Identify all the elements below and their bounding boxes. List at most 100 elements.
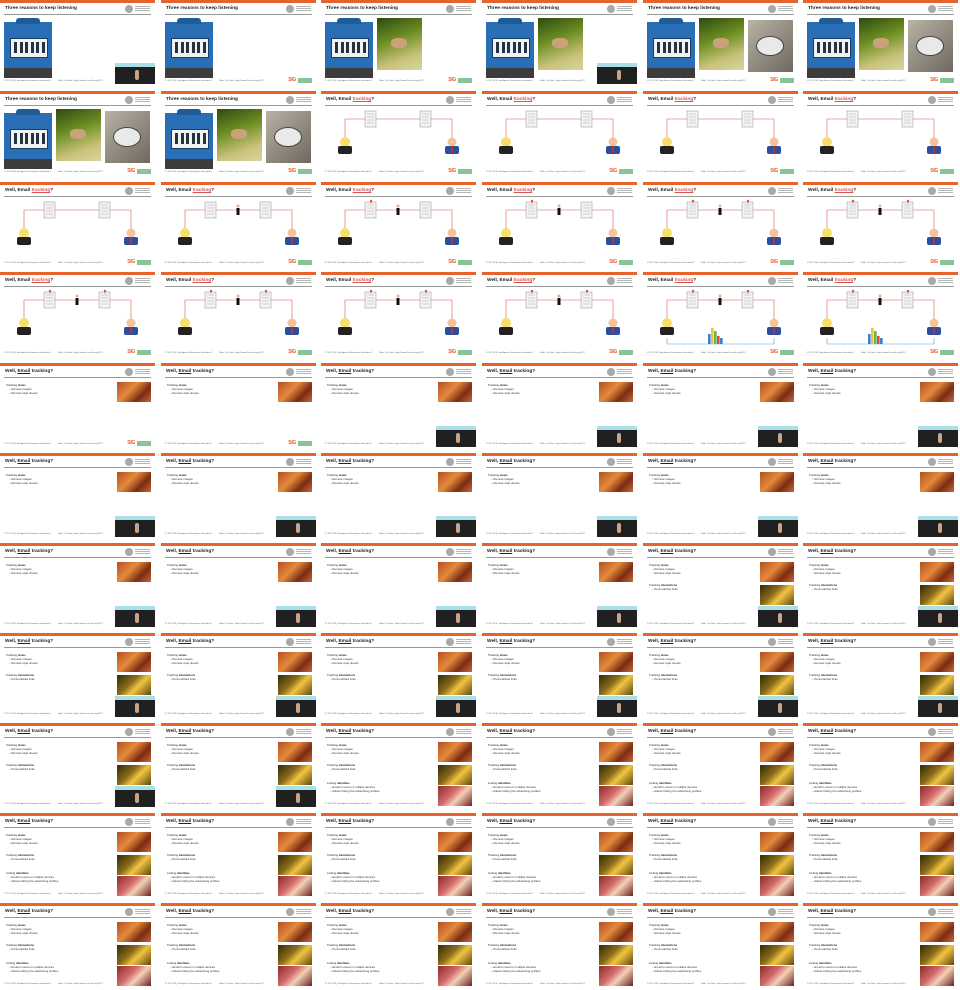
slide-thumbnail[interactable]: Well, Email tracking? 17.01.2019 | Intell… xyxy=(643,633,798,717)
slide-thumbnail[interactable]: Well, Email tracking? 17.01.2019 | Intell… xyxy=(803,363,958,447)
title-divider xyxy=(807,647,954,648)
slide-thumbnail[interactable]: Well, Email tracking? 17.01.2019 | Intell… xyxy=(803,813,958,897)
remote-images-photo xyxy=(920,382,954,402)
slide-thumbnail[interactable]: Well, Email tracking? 17.01.2019 | Intell… xyxy=(321,363,476,447)
remote-images-photo xyxy=(760,832,794,852)
speaker-video xyxy=(436,426,476,447)
bullet-item: – Remote style sheets xyxy=(652,481,681,486)
slide-thumbnail[interactable]: Well, Email tracking? 17.01.2019 | Intell… xyxy=(643,363,798,447)
remote-images-photo xyxy=(438,472,472,492)
bullet-item: – Remote style sheets xyxy=(9,661,38,666)
slot-bar xyxy=(357,42,360,53)
slide-thumbnail[interactable]: Well, Email tracking? 17.01.2019 | Intell… xyxy=(0,363,155,447)
slide-thumbnail[interactable]: Three reasons to keep listening 17.01.201… xyxy=(0,0,155,84)
title-email: Email xyxy=(178,819,192,824)
slide-thumbnail[interactable]: Well, Email tracking? 17.01.2019 | Intell… xyxy=(482,903,637,987)
slide-thumbnail[interactable]: Well, Email tracking? 17.01.2019 | Intell… xyxy=(321,903,476,987)
speaker-figure xyxy=(135,703,139,713)
server-icon xyxy=(580,201,593,219)
slide-thumbnail[interactable]: Well, Email tracking? 17.01.2019 | Intell… xyxy=(482,813,637,897)
sponsor-logo xyxy=(458,78,472,83)
slide-thumbnail[interactable]: Well, Email tracking? 17.01.2019 | Intell… xyxy=(803,633,958,717)
slide-thumbnail[interactable]: Well, Email tracking? 17.01.2019 | Intell… xyxy=(482,453,637,537)
slide-thumbnail[interactable]: Well, Email tracking? 17.01.2019 | Intell… xyxy=(803,453,958,537)
personalized-links-photo xyxy=(117,945,151,965)
sponsor-logo xyxy=(298,78,312,83)
slide-thumbnail[interactable]: Well, Email tracking? 17.01.2019 | Intell… xyxy=(482,633,637,717)
slide-thumbnail[interactable]: Well, Email tracking? 17.01.2019 | Intell… xyxy=(482,723,637,807)
slide-thumbnail[interactable]: Well, Email tracking? 17.01.2019 | Intell… xyxy=(643,723,798,807)
jumping-dog-photo xyxy=(538,18,583,70)
sender-body xyxy=(178,237,192,245)
speaker-figure xyxy=(296,523,300,533)
slide-thumbnail[interactable]: Well, Email tracking? 17.01.2019 | Intell… xyxy=(482,272,637,356)
slide-thumbnail[interactable]: Three reasons to keep listening 17.01.201… xyxy=(161,91,316,175)
tracking-diagram xyxy=(17,201,138,245)
slide-thumbnail[interactable]: Well, Email tracking? 17.01.2019 | Intell… xyxy=(0,182,155,266)
remote-images-photo xyxy=(117,742,151,762)
slide-thumbnail[interactable]: Well, Email tracking? 17.01.2019 | Intell… xyxy=(0,903,155,987)
title-divider xyxy=(807,14,954,15)
slide-thumbnail[interactable]: Well, Email tracking? 17.01.2019 | Intell… xyxy=(0,633,155,717)
title-email: Email xyxy=(660,369,674,374)
slide-thumbnail[interactable]: Well, Email tracking? 17.01.2019 | Intell… xyxy=(161,363,316,447)
slide-thumbnail[interactable]: Well, Email tracking? 17.01.2019 | Intell… xyxy=(161,453,316,537)
slide-thumbnail[interactable]: Well, Email tracking? 17.01.2019 | Intell… xyxy=(161,813,316,897)
slide-thumbnail[interactable]: Well, Email tracking? 17.01.2019 | Intell… xyxy=(161,543,316,627)
slide-thumbnail[interactable]: Well, Email tracking? 17.01.2019 | Intell… xyxy=(321,453,476,537)
slide-thumbnail[interactable]: Well, Email tracking? 17.01.2019 | Intell… xyxy=(803,182,958,266)
slide-thumbnail[interactable]: Well, Email tracking? 17.01.2019 | Intell… xyxy=(321,91,476,175)
slide-thumbnail[interactable]: Well, Email tracking? 17.01.2019 | Intell… xyxy=(482,182,637,266)
slide-thumbnail[interactable]: Well, Email tracking? 17.01.2019 | Intell… xyxy=(803,723,958,807)
slot-bar xyxy=(362,42,366,53)
slide-thumbnail[interactable]: Well, Email tracking? 17.01.2019 | Intell… xyxy=(161,272,316,356)
slide-thumbnail[interactable]: Well, Email tracking? 17.01.2019 | Intell… xyxy=(803,272,958,356)
slide-thumbnail[interactable]: Well, Email tracking? 17.01.2019 | Intell… xyxy=(161,903,316,987)
slide-thumbnail[interactable]: Well, Email tracking? 17.01.2019 | Intell… xyxy=(0,723,155,807)
slide-thumbnail[interactable]: Well, Email tracking? 17.01.2019 | Intell… xyxy=(643,903,798,987)
slide-title: Well, Email tracking? xyxy=(648,639,696,644)
slide-thumbnail[interactable]: Well, Email tracking? 17.01.2019 | Intell… xyxy=(482,543,637,627)
slide-thumbnail[interactable]: Well, Email tracking? 17.01.2019 | Intell… xyxy=(482,363,637,447)
slide-thumbnail[interactable]: Well, Email tracking? 17.01.2019 | Intell… xyxy=(321,723,476,807)
slide-thumbnail[interactable]: Well, Email tracking? 17.01.2019 | Intell… xyxy=(0,272,155,356)
slide-thumbnail[interactable]: Three reasons to keep listening 17.01.201… xyxy=(321,0,476,84)
slide-thumbnail[interactable]: Well, Email tracking? 17.01.2019 | Intell… xyxy=(321,182,476,266)
slide-thumbnail[interactable]: Well, Email tracking? 17.01.2019 | Intell… xyxy=(482,91,637,175)
slide-thumbnail[interactable]: Well, Email tracking? 17.01.2019 | Intell… xyxy=(0,453,155,537)
slide-thumbnail[interactable]: Well, Email tracking? 17.01.2019 | Intell… xyxy=(643,182,798,266)
slide-thumbnail[interactable]: Well, Email tracking? 17.01.2019 | Intell… xyxy=(643,272,798,356)
personalized-links-photo xyxy=(920,585,954,605)
slide-thumbnail[interactable]: Well, Email tracking? 17.01.2019 | Intell… xyxy=(321,272,476,356)
slide-thumbnail[interactable]: Well, Email tracking? 17.01.2019 | Intell… xyxy=(643,91,798,175)
logo-text-line xyxy=(456,913,471,914)
bullet-item: – Remote style sheets xyxy=(9,391,38,396)
slide-thumbnail[interactable]: Well, Email tracking? 17.01.2019 | Intell… xyxy=(321,813,476,897)
mailbox-slot xyxy=(492,38,530,58)
slide-thumbnail[interactable]: Well, Email tracking? 17.01.2019 | Intell… xyxy=(321,543,476,627)
slide-thumbnail[interactable]: Well, Email tracking? 17.01.2019 | Intell… xyxy=(643,813,798,897)
slide-thumbnail[interactable]: Three reasons to keep listening 17.01.201… xyxy=(161,0,316,84)
slide-thumbnail[interactable]: Three reasons to keep listening 17.01.201… xyxy=(803,0,958,84)
slide-thumbnail[interactable]: Well, Email tracking? 17.01.2019 | Intell… xyxy=(643,543,798,627)
slide-thumbnail[interactable]: Well, Email tracking? 17.01.2019 | Intell… xyxy=(0,543,155,627)
slot-bar xyxy=(496,42,499,53)
slide-thumbnail[interactable]: Well, Email tracking? 17.01.2019 | Intell… xyxy=(643,453,798,537)
slide-thumbnail[interactable]: Well, Email tracking? 17.01.2019 | Intell… xyxy=(161,182,316,266)
slide-thumbnail[interactable]: Well, Email tracking? 17.01.2019 | Intell… xyxy=(803,903,958,987)
slide-thumbnail[interactable]: Well, Email tracking? 17.01.2019 | Intell… xyxy=(803,91,958,175)
profile-chart-bar xyxy=(720,338,723,344)
slide-thumbnail[interactable]: Well, Email tracking? 17.01.2019 | Intell… xyxy=(0,813,155,897)
footer-right: Slide 1 of Now | https://www.0.uni-hb.or… xyxy=(540,893,585,895)
slide-thumbnail[interactable]: Well, Email tracking? 17.01.2019 | Intell… xyxy=(803,543,958,627)
slide-thumbnail[interactable]: Three reasons to keep listening 17.01.201… xyxy=(482,0,637,84)
footer-left: 17.01.2019 | Intelligente Kakophonie Han… xyxy=(165,443,213,445)
slide-thumbnail[interactable]: Well, Email tracking? 17.01.2019 | Intell… xyxy=(161,723,316,807)
slide-thumbnail[interactable]: Well, Email tracking? 17.01.2019 | Intell… xyxy=(321,633,476,717)
slide-thumbnail[interactable]: Three reasons to keep listening 17.01.201… xyxy=(643,0,798,84)
slide-thumbnail[interactable]: Three reasons to keep listening 17.01.201… xyxy=(0,91,155,175)
personalized-links-photo xyxy=(117,855,151,875)
slide-thumbnail[interactable]: Well, Email tracking? 17.01.2019 | Intell… xyxy=(161,633,316,717)
title-pre: Well, xyxy=(808,819,821,824)
tracking-pin-icon xyxy=(906,289,910,293)
